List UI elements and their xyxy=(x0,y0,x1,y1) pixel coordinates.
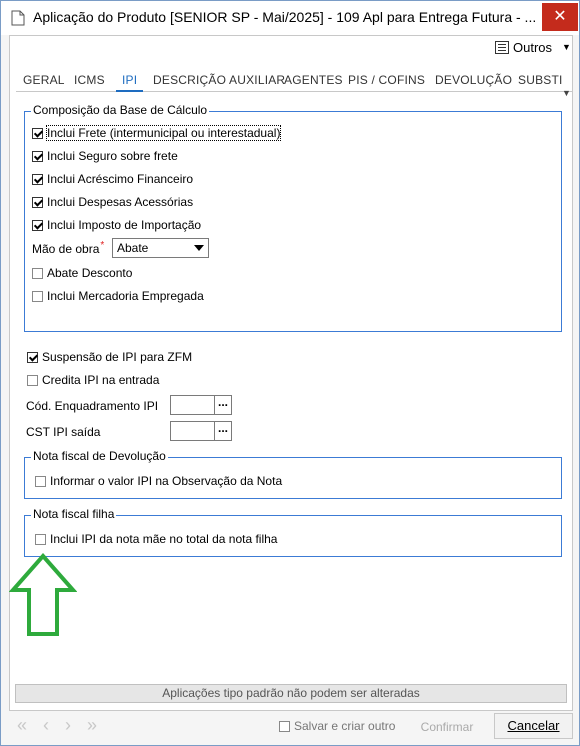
checkbox-inclui-despesas[interactable]: Inclui Despesas Acessórias xyxy=(32,195,193,209)
first-record-icon[interactable]: « xyxy=(17,715,27,736)
chevron-down-icon xyxy=(194,245,204,251)
devolucao-group: Nota fiscal de Devolução Informar o valo… xyxy=(24,449,562,499)
checkbox-inclui-imposto-importacao[interactable]: Inclui Imposto de Importação xyxy=(32,218,201,232)
checkbox-inclui-frete[interactable]: Inclui Frete (intermunicipal ou interest… xyxy=(32,125,282,141)
tab-icms[interactable]: ICMS xyxy=(74,73,105,87)
tab-bar: GERAL ICMS IPI DESCRIÇÃO AUXILIAR AGENTE… xyxy=(16,70,572,98)
bottom-bar: « ‹ › » Salvar e criar outro Confirmar C… xyxy=(1,711,579,745)
tab-scroll-arrow-icon[interactable]: ▼ xyxy=(562,88,571,98)
tab-agentes[interactable]: AGENTES xyxy=(284,73,343,87)
checkbox-inclui-seguro[interactable]: Inclui Seguro sobre frete xyxy=(32,149,178,163)
title-bar: Aplicação do Produto [SENIOR SP - Mai/20… xyxy=(1,1,579,35)
checkbox-label: Inclui Mercadoria Empregada xyxy=(47,289,204,303)
checkbox-box[interactable] xyxy=(279,720,290,732)
tab-descricao-auxiliar[interactable]: DESCRIÇÃO AUXILIAR xyxy=(153,73,285,87)
chevron-down-icon: ▼ xyxy=(562,42,571,52)
checkbox-label: Inclui Imposto de Importação xyxy=(47,218,202,232)
tab-pis-cofins[interactable]: PIS / COFINS xyxy=(348,73,425,87)
checkbox-label: Inclui Seguro sobre frete xyxy=(47,149,178,163)
checkbox-abate-desconto[interactable]: Abate Desconto xyxy=(32,266,132,280)
checkbox-box[interactable] xyxy=(32,173,43,185)
annotation-up-arrow-icon xyxy=(9,553,77,636)
composicao-title: Composição da Base de Cálculo xyxy=(31,103,210,117)
main-panel: Outros ▼ GERAL ICMS IPI DESCRIÇÃO AUXILI… xyxy=(9,35,573,711)
last-record-icon[interactable]: » xyxy=(87,715,97,736)
checkbox-box[interactable] xyxy=(32,290,43,302)
checkbox-label: Informar o valor IPI na Observação da No… xyxy=(50,474,283,488)
checkbox-label: Suspensão de IPI para ZFM xyxy=(42,350,193,364)
nota-filha-title: Nota fiscal filha xyxy=(31,507,117,521)
checkbox-box[interactable] xyxy=(32,127,43,139)
checkbox-label: Salvar e criar outro xyxy=(294,719,396,733)
checkbox-box[interactable] xyxy=(32,196,43,208)
tab-devolucao[interactable]: DEVOLUÇÃO xyxy=(435,73,512,87)
tab-geral[interactable]: GERAL xyxy=(23,73,65,87)
checkbox-informar-ipi-observacao[interactable]: Informar o valor IPI na Observação da No… xyxy=(35,474,282,488)
enquadramento-label: Cód. Enquadramento IPI xyxy=(26,399,159,413)
enquadramento-lookup-field[interactable]: ... xyxy=(170,395,232,415)
checkbox-inclui-acrescimo[interactable]: Inclui Acréscimo Financeiro xyxy=(32,172,193,186)
checkbox-box[interactable] xyxy=(35,533,46,545)
previous-record-icon[interactable]: ‹ xyxy=(43,715,49,736)
mao-de-obra-select[interactable]: Abate xyxy=(112,238,209,258)
application-window: Aplicação do Produto [SENIOR SP - Mai/20… xyxy=(0,0,580,746)
required-mark: * xyxy=(100,240,105,251)
checkbox-box[interactable] xyxy=(32,150,43,162)
outros-menu-button[interactable]: Outros ▼ xyxy=(495,36,571,58)
checkbox-label: Inclui Despesas Acessórias xyxy=(47,195,194,209)
cst-ipi-saida-label: CST IPI saída xyxy=(26,425,101,439)
tab-substi[interactable]: SUBSTI xyxy=(518,73,563,87)
checkbox-label: Abate Desconto xyxy=(47,266,133,280)
checkbox-label: Inclui Acréscimo Financeiro xyxy=(47,172,194,186)
list-icon xyxy=(495,40,509,54)
confirm-button[interactable]: Confirmar xyxy=(411,715,483,739)
checkbox-credita-ipi[interactable]: Credita IPI na entrada xyxy=(27,373,159,387)
close-button[interactable]: ✕ xyxy=(542,3,578,31)
checkbox-inclui-mercadoria[interactable]: Inclui Mercadoria Empregada xyxy=(32,289,204,303)
notice-bar: Aplicações tipo padrão não podem ser alt… xyxy=(15,684,567,703)
record-navigation: « ‹ › » xyxy=(17,715,97,736)
nota-filha-group: Nota fiscal filha Inclui IPI da nota mãe… xyxy=(24,507,562,557)
mao-de-obra-value: Abate xyxy=(117,241,149,255)
checkbox-box[interactable] xyxy=(32,267,43,279)
ellipsis-icon[interactable]: ... xyxy=(214,396,231,414)
checkbox-box[interactable] xyxy=(27,351,38,363)
composicao-group: Composição da Base de Cálculo Inclui Fre… xyxy=(24,103,562,332)
checkbox-box[interactable] xyxy=(35,475,46,487)
checkbox-label: Credita IPI na entrada xyxy=(42,373,160,387)
window-title: Aplicação do Produto [SENIOR SP - Mai/20… xyxy=(33,9,537,25)
tab-ipi[interactable]: IPI xyxy=(115,73,144,92)
ellipsis-icon[interactable]: ... xyxy=(214,422,231,440)
checkbox-box[interactable] xyxy=(32,219,43,231)
checkbox-inclui-ipi-nota-mae[interactable]: Inclui IPI da nota mãe no total da nota … xyxy=(35,532,277,546)
mao-de-obra-label: Mão de obra* xyxy=(32,240,105,256)
cancel-button[interactable]: Cancelar xyxy=(494,713,573,739)
checkbox-label: Inclui Frete (intermunicipal ou interest… xyxy=(45,125,282,141)
document-icon xyxy=(11,10,25,26)
checkbox-label: Inclui IPI da nota mãe no total da nota … xyxy=(50,532,278,546)
devolucao-title: Nota fiscal de Devolução xyxy=(31,449,168,463)
outros-label: Outros xyxy=(513,39,553,55)
checkbox-salvar-criar-outro[interactable]: Salvar e criar outro xyxy=(279,719,395,733)
next-record-icon[interactable]: › xyxy=(65,715,71,736)
cst-ipi-saida-lookup-field[interactable]: ... xyxy=(170,421,232,441)
checkbox-box[interactable] xyxy=(27,374,38,386)
checkbox-suspensao-ipi-zfm[interactable]: Suspensão de IPI para ZFM xyxy=(27,350,192,364)
